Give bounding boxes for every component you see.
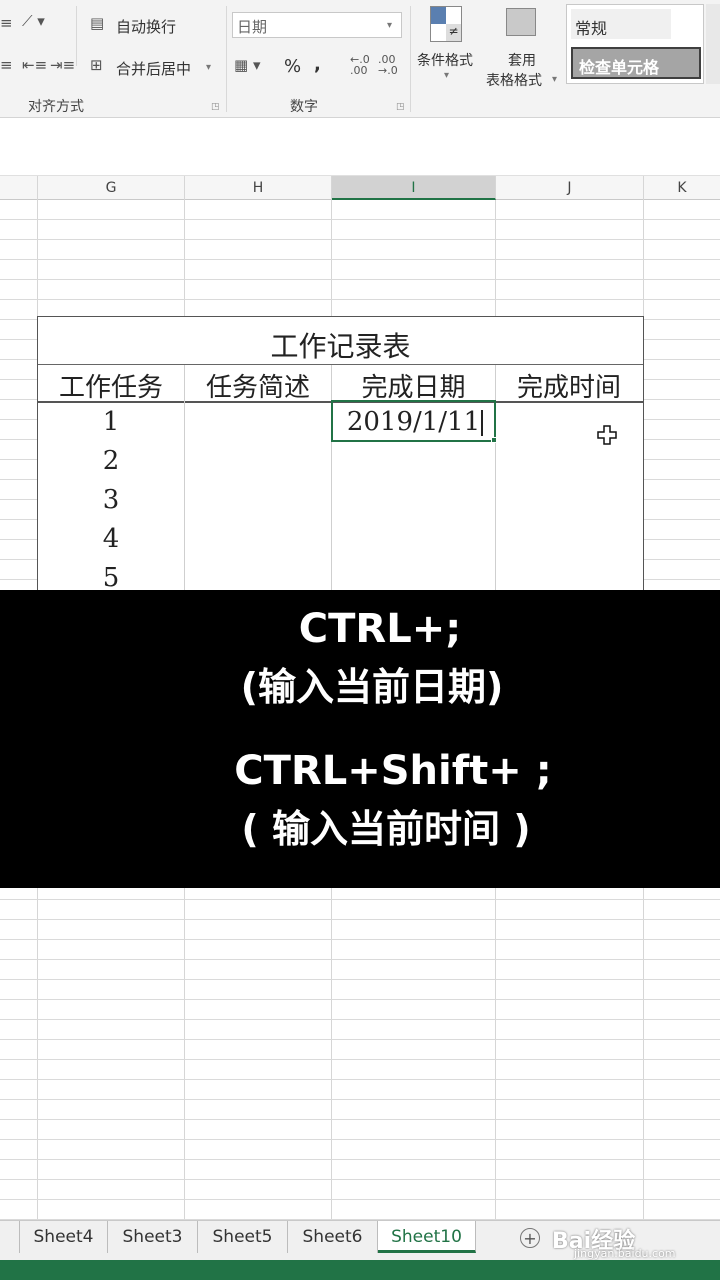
number-group-label: 数字 [290,99,318,115]
table-format-label-1: 套用 [508,53,536,69]
sheet-tab[interactable]: Sheet6 [288,1221,378,1253]
ribbon: ≡ ⟋ ▾ ≡ ⇤≡ ⇥≡ ▤ 自动换行 ⊞ 合并后居中 ▾ 对齐方式 ◳ 日期… [0,0,720,118]
shortcut-date-desc: (输入当前日期) [240,665,504,709]
sheet-tab[interactable]: Sheet4 [20,1221,108,1253]
comma-style-button[interactable]: , [314,54,321,75]
column-header-previous[interactable] [0,176,38,200]
sheet-tab-active[interactable]: Sheet10 [378,1221,476,1253]
number-format-value: 日期 [237,18,268,36]
add-sheet-button[interactable]: + [520,1228,540,1248]
style-normal[interactable]: 常规 [571,9,671,39]
text-caret [481,410,483,436]
task-number-cell[interactable]: 5 [38,563,184,593]
tab-scroll-left[interactable] [0,1221,20,1253]
increase-indent-icon[interactable]: ⇥≡ [50,56,75,74]
column-divider [184,365,185,592]
alignment-group-label: 对齐方式 [28,99,84,115]
task-number-cell[interactable]: 2 [38,446,184,476]
header-cell[interactable]: 任务简述 [185,367,331,404]
watermark-url: jingyan.baidu.com [574,1247,676,1260]
dialog-launcher-icon[interactable]: ◳ [211,102,220,112]
group-divider [410,6,411,112]
align-right-icon[interactable]: ≡ [0,56,13,74]
increase-decimal-icon[interactable]: ←.0.00 [350,54,370,76]
chevron-down-icon: ▾ [552,74,558,85]
cell-styles-gallery: 常规 检查单元格 [566,4,704,84]
task-number-cell[interactable]: 4 [38,524,184,554]
fill-handle[interactable] [491,437,497,443]
style-normal-label: 常规 [575,19,608,38]
work-record-table: 工作记录表 工作任务 任务简述 完成日期 完成时间 1 2 3 4 5 2019… [37,316,644,593]
column-header-k[interactable]: K [644,176,720,200]
status-bar [0,1260,720,1280]
format-as-table-button[interactable]: 套用 表格格式 ▾ [484,4,562,90]
number-format-dropdown[interactable]: 日期 ▾ [232,12,402,38]
sheet-tab[interactable]: Sheet3 [108,1221,198,1253]
conditional-format-icon: ≠ [430,6,462,42]
column-header-row: G H I J K [0,176,720,200]
chevron-down-icon[interactable]: ▾ [206,62,211,73]
icon-neq: ≠ [446,24,461,41]
sheet-tab-bar: Sheet4 Sheet3 Sheet5 Sheet6 Sheet10 + Ba… [0,1220,720,1260]
decrease-decimal-icon[interactable]: .00 →.0 [378,54,398,76]
merge-cells-icon: ⊞ [90,56,103,74]
dialog-launcher-icon[interactable]: ◳ [396,102,405,112]
header-cell[interactable]: 工作任务 [38,367,184,404]
wrap-text-label: 自动换行 [116,18,177,36]
currency-format-icon[interactable]: ▦ ▾ [234,56,260,74]
column-header-j[interactable]: J [496,176,644,200]
column-header-g[interactable]: G [38,176,185,200]
percent-style-button[interactable]: % [284,56,301,77]
shortcut-caption-overlay: CTRL+; (输入当前日期) CTRL+Shift+ ; ( 输入当前时间 ) [0,590,720,888]
column-header-i[interactable]: I [332,176,496,200]
styles-gallery-scroll[interactable] [706,4,720,84]
chevron-down-icon: ▾ [444,70,450,81]
shortcut-time-desc: ( 输入当前时间 ) [241,807,531,851]
icon-fill [431,7,446,24]
merge-center-label: 合并后居中 [116,60,192,78]
group-divider [226,6,227,112]
sheet-tab[interactable]: Sheet5 [198,1221,288,1253]
table-format-icon [506,8,536,36]
table-title-row: 工作记录表 [38,317,643,365]
task-number-cell[interactable]: 1 [38,407,184,437]
active-cell-cursor[interactable] [331,400,496,442]
header-cell[interactable]: 完成时间 [496,367,642,404]
conditional-format-button[interactable]: ≠ 条件格式 ▾ [414,4,480,90]
decrease-indent-icon[interactable]: ⇤≡ [22,56,47,74]
formula-bar-area [0,118,720,176]
table-header-row: 工作任务 任务简述 完成日期 完成时间 [38,365,643,403]
divider [76,6,77,66]
shortcut-time-keys: CTRL+Shift+ ; [234,748,552,794]
cell-select-cursor-icon [597,425,617,445]
table-format-label-2: 表格格式 [486,73,542,89]
conditional-format-label: 条件格式 [417,53,473,69]
chevron-down-icon: ▾ [387,20,393,31]
header-cell[interactable]: 完成日期 [332,367,495,404]
table-title[interactable]: 工作记录表 [38,325,643,365]
style-check-cell-label: 检查单元格 [579,58,660,77]
wrap-text-icon: ▤ [90,14,105,32]
column-header-h[interactable]: H [185,176,332,200]
indent-icon[interactable]: ≡ [0,14,13,32]
task-number-cell[interactable]: 3 [38,485,184,515]
shortcut-date-keys: CTRL+; [298,606,462,652]
style-check-cell[interactable]: 检查单元格 [571,47,701,79]
orientation-icon[interactable]: ⟋ ▾ [22,12,45,30]
